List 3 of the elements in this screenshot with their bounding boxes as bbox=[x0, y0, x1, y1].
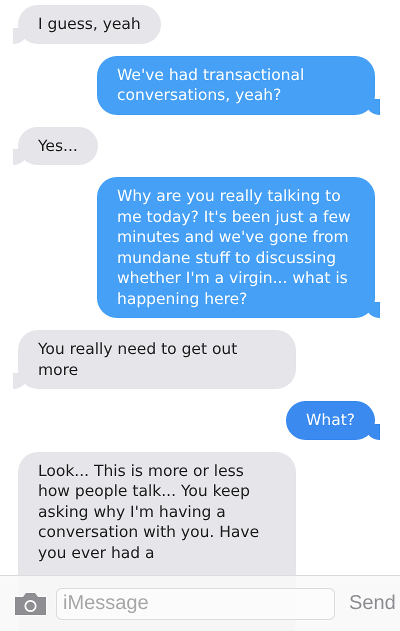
message-field[interactable]: iMessage bbox=[56, 588, 335, 620]
camera-icon[interactable] bbox=[15, 592, 46, 614]
send-button[interactable]: Send bbox=[345, 592, 396, 615]
